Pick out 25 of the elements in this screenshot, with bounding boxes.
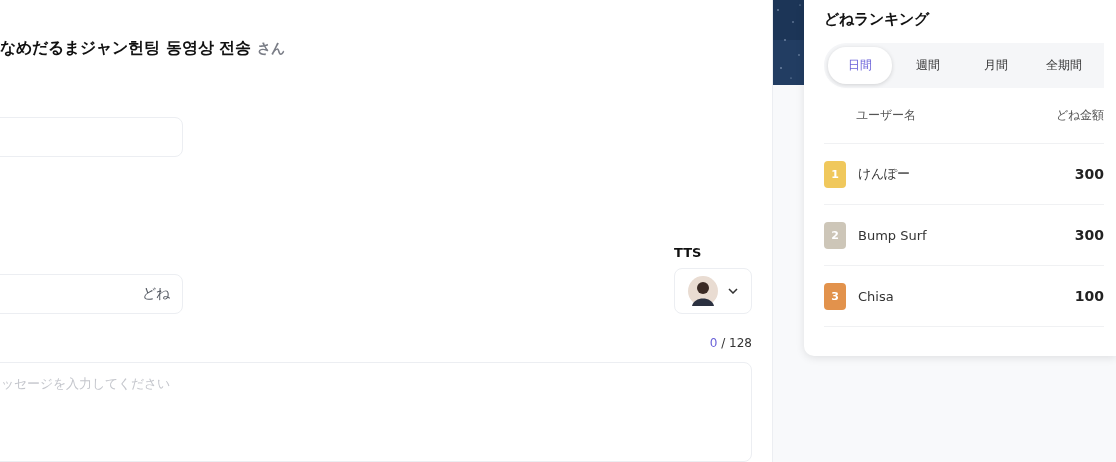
ranking-title: どねランキング — [824, 10, 931, 29]
amount-field[interactable]: どね — [0, 274, 183, 314]
period-tab[interactable]: 週間 — [896, 47, 960, 84]
chevron-down-icon — [728, 288, 738, 294]
column-header: どね金額 — [1056, 107, 1104, 124]
user-name: けんぽー — [858, 165, 911, 183]
avatar-icon — [688, 276, 718, 306]
rank-badge: 2 — [824, 221, 846, 249]
donation-amount: 100 — [1074, 288, 1104, 304]
character-counter: 0 / 128 — [709, 336, 752, 350]
column-header: ユーザー名 — [856, 107, 916, 124]
donation-amount: 300 — [1074, 166, 1104, 182]
rank-badge: 1 — [824, 160, 846, 188]
user-name: Bump Surf — [858, 227, 928, 243]
user-name: Chisa — [858, 288, 895, 304]
amount-unit: どね — [142, 285, 170, 303]
donation-amount: 300 — [1074, 227, 1104, 243]
period-tab[interactable]: 全期間 — [1032, 47, 1096, 84]
tts-label: TTS — [674, 245, 703, 260]
rank-badge: 3 — [824, 282, 846, 310]
recipient-title: なめだるまジャン헌팅 동영상 전송 — [0, 38, 252, 59]
period-tab[interactable]: 日間 — [828, 47, 892, 84]
voice-select[interactable] — [674, 268, 752, 314]
period-tab[interactable]: 月間 — [964, 47, 1028, 84]
title-suffix: さん — [257, 40, 286, 58]
